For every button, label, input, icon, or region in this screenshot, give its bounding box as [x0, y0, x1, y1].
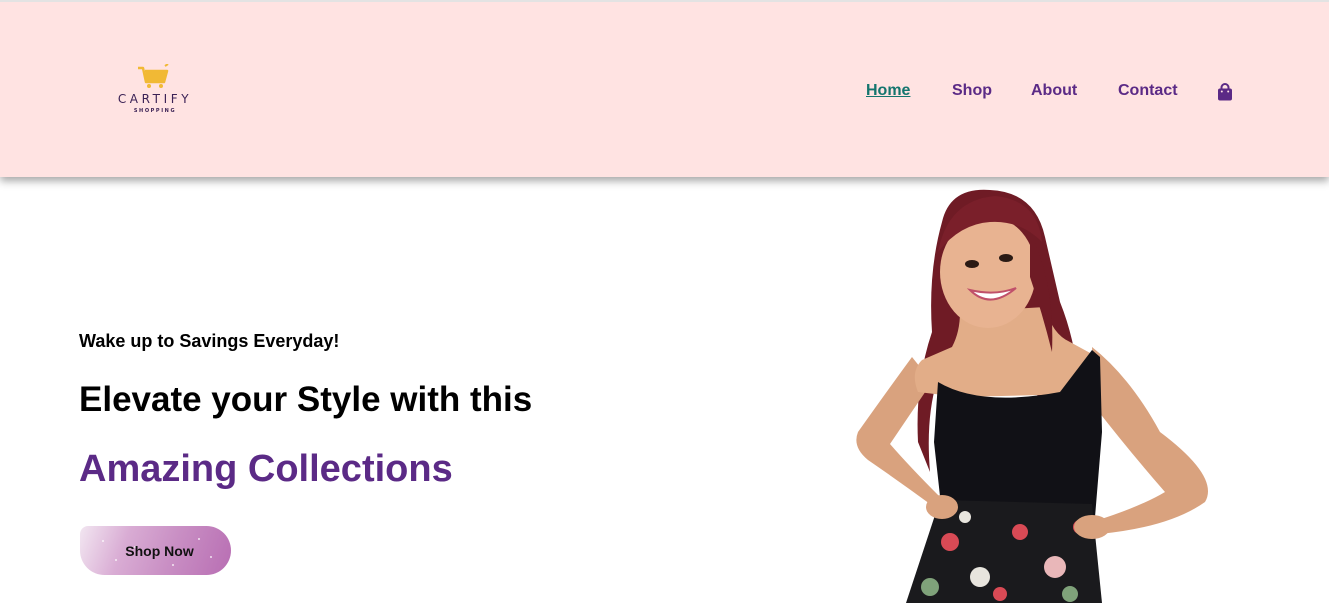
hero-title-highlight: Amazing Collections	[79, 448, 453, 490]
nav-item-shop[interactable]: Shop	[952, 82, 992, 100]
shop-now-label: Shop Now	[125, 542, 194, 559]
nav-item-home[interactable]: Home	[866, 82, 910, 100]
hero-subtitle: Wake up to Savings Everyday!	[79, 331, 340, 351]
hero-title: Elevate your Style with this	[79, 380, 533, 419]
shopping-bag-icon[interactable]	[1217, 83, 1233, 101]
nav-item-contact[interactable]: Contact	[1118, 82, 1178, 100]
model-photo	[856, 189, 1208, 603]
site-header: CARTIFY SHOPPING Home Shop About Contact	[0, 0, 1329, 177]
main-nav: Home Shop About Contact	[0, 82, 1329, 106]
brand-tagline: SHOPPING	[133, 108, 177, 114]
nav-item-about[interactable]: About	[1031, 82, 1077, 100]
shop-now-button[interactable]: Shop Now	[80, 526, 231, 575]
